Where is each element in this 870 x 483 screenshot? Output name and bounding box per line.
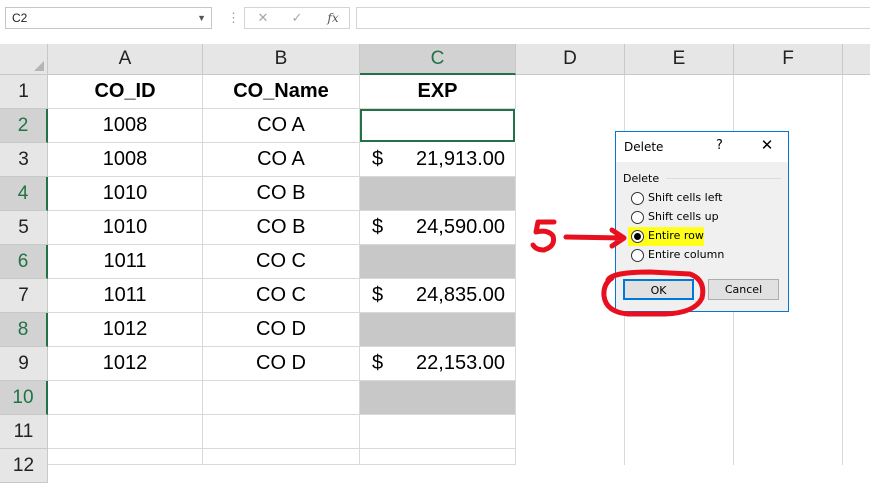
cell-co-id[interactable]: 1008 bbox=[48, 143, 203, 177]
cell-co-name[interactable]: CO B bbox=[203, 211, 360, 245]
selected-blank-cell[interactable] bbox=[360, 313, 516, 347]
cell-co-id[interactable]: 1011 bbox=[48, 279, 203, 313]
radio-icon[interactable] bbox=[631, 249, 644, 262]
cell-co-id[interactable]: 1011 bbox=[48, 245, 203, 279]
selected-blank-cell[interactable] bbox=[360, 245, 516, 279]
cell-co-name[interactable]: CO D bbox=[203, 313, 360, 347]
radio-icon[interactable] bbox=[631, 211, 644, 224]
option-label: Shift cells left bbox=[648, 191, 723, 204]
currency-symbol: $ bbox=[372, 148, 384, 170]
row-header-9[interactable]: 9 bbox=[0, 347, 48, 381]
selected-blank-cell[interactable] bbox=[360, 381, 516, 415]
empty-cell[interactable] bbox=[203, 381, 360, 415]
currency-symbol: $ bbox=[372, 216, 384, 238]
cell-co-id[interactable]: 1012 bbox=[48, 347, 203, 381]
active-cell-exp[interactable] bbox=[360, 109, 515, 142]
currency-symbol: $ bbox=[372, 284, 384, 306]
cell-co-name[interactable]: CO A bbox=[203, 143, 360, 177]
name-box-value: C2 bbox=[12, 11, 28, 25]
column-header-a[interactable]: A bbox=[48, 44, 203, 75]
chevron-down-icon[interactable]: ▼ bbox=[197, 8, 206, 28]
formula-input[interactable] bbox=[356, 7, 870, 29]
empty-cell[interactable] bbox=[203, 449, 360, 465]
row-header-2[interactable]: 2 bbox=[0, 109, 48, 143]
column-header-b[interactable]: B bbox=[203, 44, 360, 75]
column-g-area[interactable] bbox=[843, 75, 870, 465]
header-cell-exp[interactable]: EXP bbox=[360, 75, 516, 109]
row-header-3[interactable]: 3 bbox=[0, 143, 48, 177]
group-label: Delete bbox=[623, 172, 660, 185]
dialog-title-bar[interactable]: Delete ? ✕ bbox=[616, 132, 788, 162]
formula-bar: C2 ▼ ⋮ ✕ ✓ fx bbox=[0, 0, 870, 38]
empty-cell[interactable] bbox=[48, 415, 203, 449]
cell-exp[interactable]: $ 24,835.00 bbox=[360, 279, 516, 313]
empty-cell[interactable] bbox=[48, 381, 203, 415]
row-header-8[interactable]: 8 bbox=[0, 313, 48, 347]
more-options-icon[interactable]: ⋮ bbox=[227, 9, 240, 27]
cell-co-name[interactable]: CO C bbox=[203, 279, 360, 313]
cell-exp[interactable]: $ 22,153.00 bbox=[360, 347, 516, 381]
header-cell-co-name[interactable]: CO_Name bbox=[203, 75, 360, 109]
select-all-triangle-icon bbox=[34, 61, 44, 71]
ok-button[interactable]: OK bbox=[623, 279, 694, 300]
column-header-f[interactable]: F bbox=[734, 44, 843, 75]
empty-cell[interactable] bbox=[203, 415, 360, 449]
cell-co-id[interactable]: 1010 bbox=[48, 177, 203, 211]
cell-exp[interactable]: $ 24,590.00 bbox=[360, 211, 516, 245]
row-header-12[interactable]: 12 bbox=[0, 449, 48, 483]
currency-symbol: $ bbox=[372, 352, 384, 374]
formula-buttons: ✕ ✓ fx bbox=[244, 7, 350, 29]
insert-function-icon[interactable]: fx bbox=[321, 8, 345, 28]
row-header-4[interactable]: 4 bbox=[0, 177, 48, 211]
help-icon[interactable]: ? bbox=[716, 138, 723, 153]
option-label: Entire row bbox=[648, 229, 704, 242]
delete-dialog: Delete ? ✕ Delete Shift cells left Shift… bbox=[615, 131, 789, 312]
dialog-title: Delete bbox=[624, 140, 664, 154]
empty-cell[interactable] bbox=[360, 449, 516, 465]
column-header-g[interactable] bbox=[843, 44, 870, 75]
radio-icon[interactable] bbox=[631, 192, 644, 205]
option-label: Shift cells up bbox=[648, 210, 719, 223]
column-header-d[interactable]: D bbox=[516, 44, 625, 75]
selected-blank-cell[interactable] bbox=[360, 177, 516, 211]
empty-cell[interactable] bbox=[48, 449, 203, 465]
cell-exp[interactable]: $ 21,913.00 bbox=[360, 143, 516, 177]
amount-value: 24,590.00 bbox=[416, 216, 505, 238]
amount-value: 22,153.00 bbox=[416, 352, 505, 374]
cell-co-id[interactable]: 1010 bbox=[48, 211, 203, 245]
confirm-entry-icon[interactable]: ✓ bbox=[285, 8, 309, 28]
cell-co-name[interactable]: CO B bbox=[203, 177, 360, 211]
cancel-entry-icon[interactable]: ✕ bbox=[251, 8, 275, 28]
select-all-button[interactable] bbox=[0, 44, 48, 75]
row-header-7[interactable]: 7 bbox=[0, 279, 48, 313]
empty-cell[interactable] bbox=[360, 415, 516, 449]
cell-co-name[interactable]: CO A bbox=[203, 109, 360, 143]
cell-co-id[interactable]: 1008 bbox=[48, 109, 203, 143]
close-icon[interactable]: ✕ bbox=[756, 136, 778, 154]
amount-value: 24,835.00 bbox=[416, 284, 505, 306]
header-cell-co-id[interactable]: CO_ID bbox=[48, 75, 203, 109]
option-label: Entire column bbox=[648, 248, 725, 261]
row-header-11[interactable]: 11 bbox=[0, 415, 48, 449]
cell-co-name[interactable]: CO D bbox=[203, 347, 360, 381]
row-header-1[interactable]: 1 bbox=[0, 75, 48, 109]
row-header-5[interactable]: 5 bbox=[0, 211, 48, 245]
group-divider bbox=[666, 178, 781, 179]
column-d-area[interactable] bbox=[516, 75, 625, 465]
name-box[interactable]: C2 ▼ bbox=[5, 7, 212, 29]
cancel-button[interactable]: Cancel bbox=[708, 279, 779, 300]
radio-selected-icon[interactable] bbox=[631, 230, 644, 243]
row-header-6[interactable]: 6 bbox=[0, 245, 48, 279]
cell-co-id[interactable]: 1012 bbox=[48, 313, 203, 347]
column-header-c[interactable]: C bbox=[360, 44, 516, 75]
amount-value: 21,913.00 bbox=[416, 148, 505, 170]
row-header-10[interactable]: 10 bbox=[0, 381, 48, 415]
cell-co-name[interactable]: CO C bbox=[203, 245, 360, 279]
column-header-e[interactable]: E bbox=[625, 44, 734, 75]
